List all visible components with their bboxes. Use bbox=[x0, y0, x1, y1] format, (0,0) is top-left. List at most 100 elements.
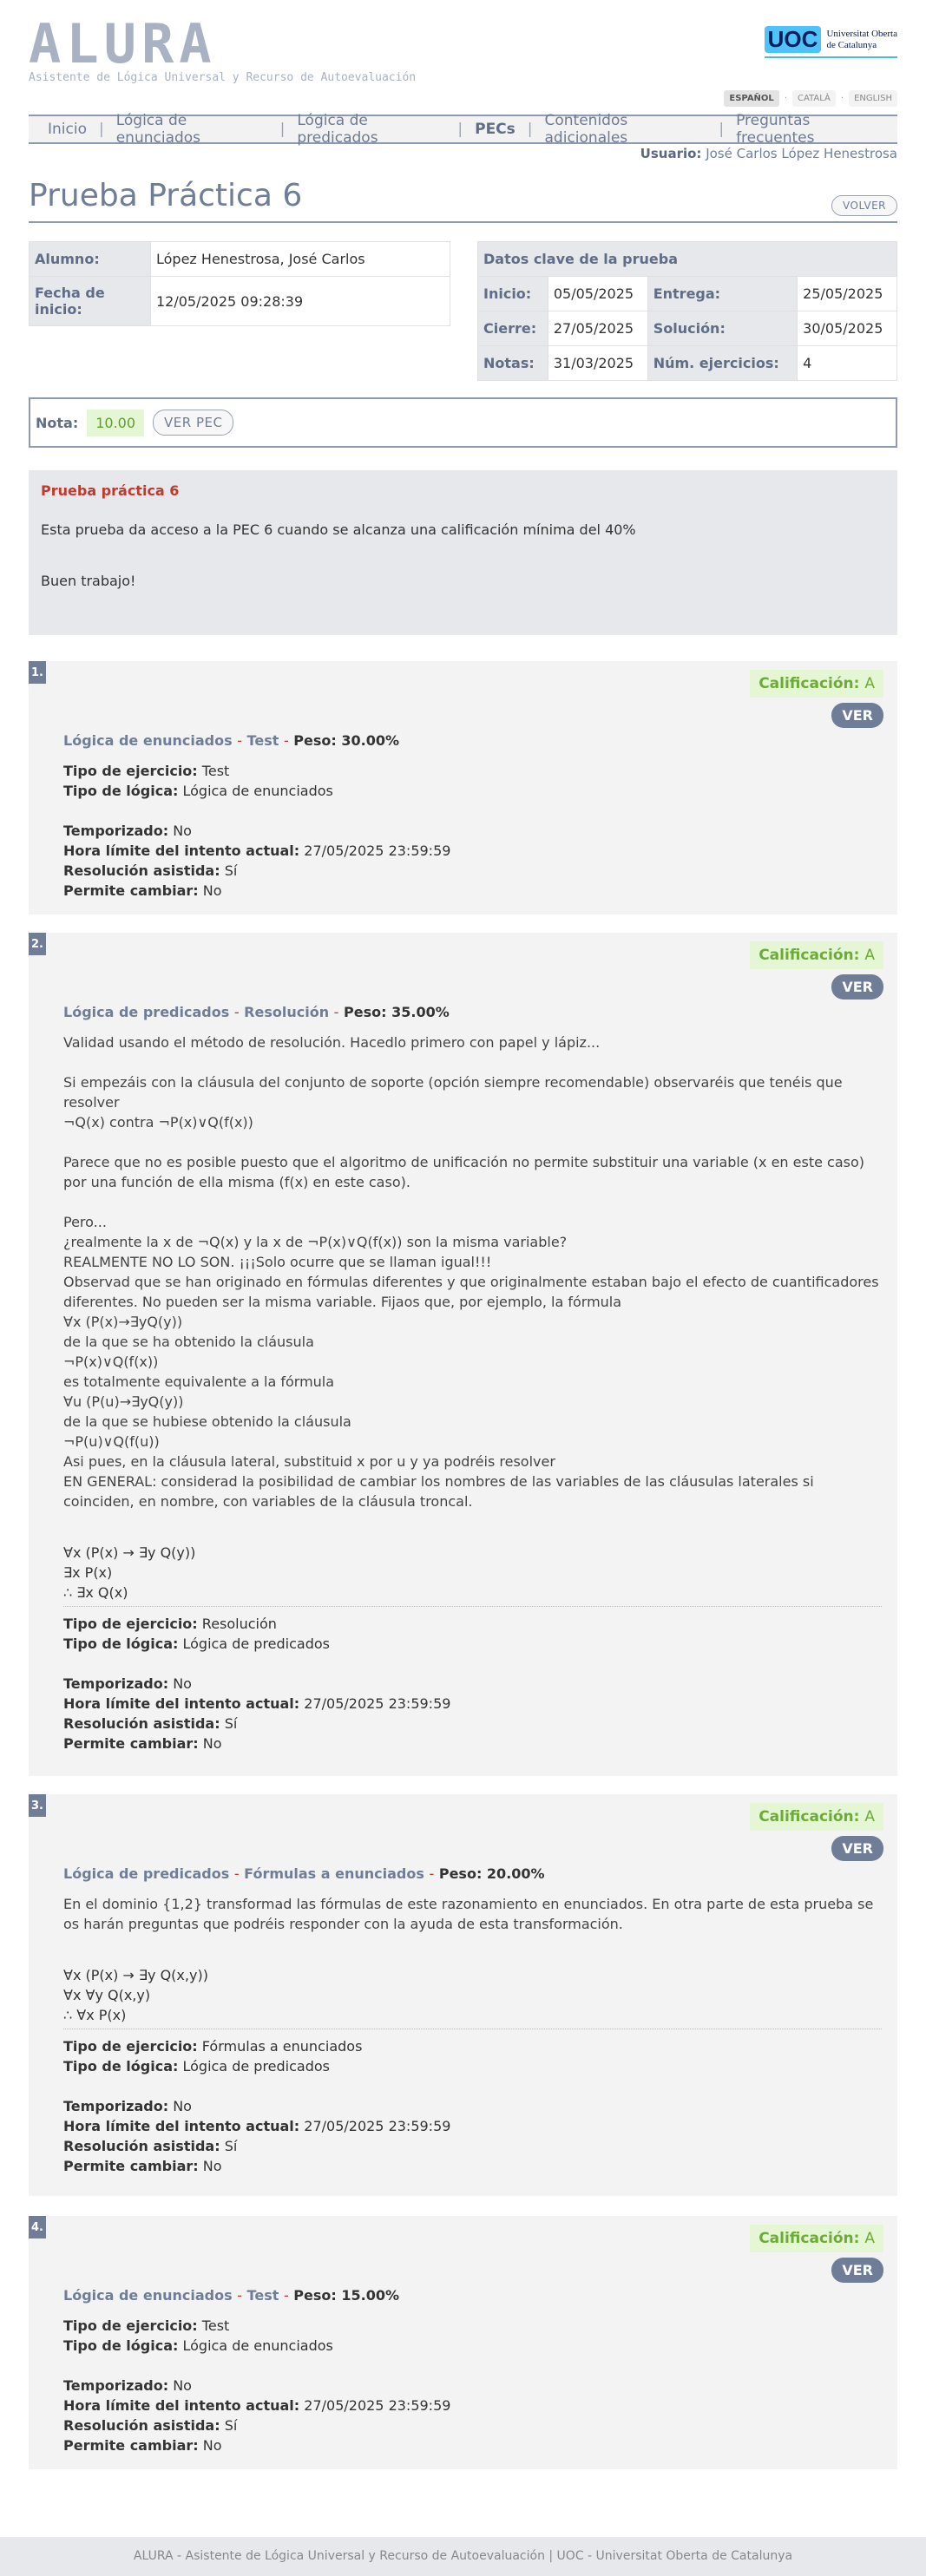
exercise-type: Test bbox=[246, 2287, 279, 2304]
lang-catala[interactable]: CATALÀ bbox=[792, 90, 836, 107]
formula: ∀x ∀y Q(x,y) bbox=[63, 1987, 151, 2003]
header: ALURA Asistente de Lógica Universal y Re… bbox=[0, 0, 926, 87]
desc-line: ¬P(u)∨Q(f(u)) bbox=[63, 1433, 160, 1450]
exercise-weight: 30.00% bbox=[341, 732, 400, 749]
exercise-meta: Tipo de ejercicio: Fórmulas a enunciados… bbox=[63, 2036, 882, 2176]
lang-espanol[interactable]: ESPAÑOL bbox=[724, 90, 779, 107]
desc-line: ∀x (P(x)→∃yQ(y)) bbox=[63, 1314, 183, 1330]
alumno-value: López Henestrosa, José Carlos bbox=[150, 241, 450, 277]
meta-label: Tipo de ejercicio: bbox=[63, 1616, 198, 1632]
nav-logica-predicados[interactable]: Lógica de predicados bbox=[285, 112, 457, 147]
notas-value: 31/03/2025 bbox=[547, 345, 648, 381]
meta-row: Tipo de ejercicio: Test bbox=[63, 761, 883, 781]
meta-row: Tipo de lógica: Lógica de enunciados bbox=[63, 2336, 883, 2356]
desc-line: Observad que se han originado en fórmula… bbox=[63, 1274, 879, 1310]
user-name[interactable]: José Carlos López Henestrosa bbox=[706, 146, 897, 161]
meta-value: Lógica de predicados bbox=[182, 2058, 330, 2075]
view-exercise-button[interactable]: VER bbox=[831, 974, 883, 1000]
heading-separator: - bbox=[233, 1004, 240, 1020]
heading-separator: - bbox=[283, 2287, 289, 2304]
exercise-logic: Lógica de predicados bbox=[63, 1004, 230, 1020]
exercise-weight-label: Peso: bbox=[438, 1865, 483, 1882]
meta-row: Resolución asistida: Sí bbox=[63, 1714, 882, 1734]
uoc-logo[interactable]: UOC Universitat Oberta de Catalunya bbox=[764, 26, 897, 58]
desc-line: de la que se hubiese obtenido la cláusul… bbox=[63, 1413, 351, 1430]
num-ejercicios-label: Núm. ejercicios: bbox=[647, 345, 798, 381]
footer: ALURA - Asistente de Lógica Universal y … bbox=[0, 2537, 926, 2576]
inicio-value: 05/05/2025 bbox=[547, 276, 648, 311]
view-pec-button[interactable]: VER PEC bbox=[153, 410, 234, 436]
meta-row: Permite cambiar: No bbox=[63, 2156, 882, 2176]
exercise-number: 4. bbox=[29, 2216, 46, 2238]
formula: ∃x P(x) bbox=[63, 1564, 113, 1581]
meta-row: Temporizado: No bbox=[63, 2376, 883, 2396]
exercise-weight-label: Peso: bbox=[293, 732, 337, 749]
user-info: Usuario: José Carlos López Henestrosa bbox=[640, 146, 897, 161]
entrega-value: 25/05/2025 bbox=[797, 276, 897, 311]
fecha-inicio-value: 12/05/2025 09:28:39 bbox=[150, 276, 450, 326]
view-exercise-button[interactable]: VER bbox=[831, 1836, 883, 1861]
formula: ∀x (P(x) → ∃y Q(x,y)) bbox=[63, 1967, 208, 1983]
heading-separator: - bbox=[237, 2287, 242, 2304]
desc-line: ¬P(x)∨Q(f(x)) bbox=[63, 1354, 159, 1370]
nav-inicio[interactable]: Inicio bbox=[36, 121, 99, 138]
meta-label: Tipo de lógica: bbox=[63, 2337, 179, 2354]
nav-pecs[interactable]: PECs bbox=[463, 121, 528, 138]
exercise-weight: 35.00% bbox=[391, 1004, 450, 1020]
alura-logo[interactable]: ALURA Asistente de Lógica Universal y Re… bbox=[29, 17, 416, 85]
exercise-logic: Lógica de predicados bbox=[63, 1865, 230, 1882]
exercise-heading: Lógica de predicados - Resolución - Peso… bbox=[63, 1002, 882, 1022]
meta-label: Tipo de ejercicio: bbox=[63, 2317, 198, 2334]
view-exercise-button[interactable]: VER bbox=[831, 703, 883, 728]
meta-row: Temporizado: No bbox=[63, 821, 883, 841]
solucion-label: Solución: bbox=[647, 311, 798, 346]
meta-row: Resolución asistida: Sí bbox=[63, 2136, 882, 2156]
grade-badge-label: Calificación: bbox=[759, 1808, 860, 1825]
formula-list: ∀x (P(x) → ∃y Q(y)) ∃x P(x) ∴ ∃x Q(x) bbox=[63, 1543, 882, 1607]
nav-logica-enunciados[interactable]: Lógica de enunciados bbox=[104, 112, 280, 147]
exercise-card: 2. Calificación: A VER Lógica de predica… bbox=[29, 933, 897, 1776]
nav-preguntas-frecuentes[interactable]: Preguntas frecuentes bbox=[724, 112, 897, 147]
meta-row: Resolución asistida: Sí bbox=[63, 2415, 883, 2435]
user-label: Usuario: bbox=[640, 146, 702, 161]
intro-panel: Prueba práctica 6 Esta prueba da acceso … bbox=[29, 470, 897, 635]
formula: ∀x (P(x) → ∃y Q(y)) bbox=[63, 1544, 196, 1561]
desc-line: Asi pues, en la cláusula lateral, substi… bbox=[63, 1453, 555, 1470]
meta-row: Tipo de ejercicio: Test bbox=[63, 2316, 883, 2336]
meta-label: Permite cambiar: bbox=[63, 2158, 199, 2174]
uoc-name: Universitat Oberta de Catalunya bbox=[826, 29, 897, 51]
grade-badge: Calificación: A bbox=[750, 670, 883, 698]
meta-row: Tipo de lógica: Lógica de enunciados bbox=[63, 781, 883, 801]
meta-value: No bbox=[173, 2377, 192, 2394]
view-exercise-button[interactable]: VER bbox=[831, 2258, 883, 2283]
formula: ∴ ∃x Q(x) bbox=[63, 1584, 128, 1601]
grade-letter: A bbox=[864, 675, 875, 692]
exercise-meta: Tipo de ejercicio: Test Tipo de lógica: … bbox=[63, 2316, 883, 2455]
language-selector: ESPAÑOL · CATALÀ · ENGLISH bbox=[724, 90, 897, 107]
meta-label: Resolución asistida: bbox=[63, 2138, 220, 2154]
table-row: Alumno: López Henestrosa, José Carlos bbox=[29, 241, 450, 277]
meta-value: Resolución bbox=[201, 1616, 277, 1632]
meta-label: Resolución asistida: bbox=[63, 1715, 220, 1732]
notas-label: Notas: bbox=[477, 345, 548, 381]
num-ejercicios-value: 4 bbox=[797, 345, 897, 381]
exercise-number: 1. bbox=[29, 661, 46, 684]
back-button[interactable]: VOLVER bbox=[831, 195, 897, 216]
lang-english[interactable]: ENGLISH bbox=[849, 90, 897, 107]
grade-badge-label: Calificación: bbox=[759, 675, 860, 692]
exercise-body: Lógica de predicados - Fórmulas a enunci… bbox=[29, 1794, 897, 2176]
cierre-value: 27/05/2025 bbox=[547, 311, 648, 346]
intro-closing: Buen trabajo! bbox=[41, 573, 136, 589]
desc-line: REALMENTE NO LO SON. ¡¡¡Solo ocurre que … bbox=[63, 1254, 492, 1270]
meta-value: Sí bbox=[224, 2417, 238, 2434]
exercise-card: 1. Calificación: A VER Lógica de enuncia… bbox=[29, 661, 897, 914]
table-row: Fecha de inicio: 12/05/2025 09:28:39 bbox=[29, 276, 450, 326]
exercise-card: 3. Calificación: A VER Lógica de predica… bbox=[29, 1794, 897, 2196]
meta-value: 27/05/2025 23:59:59 bbox=[304, 2118, 451, 2134]
nav-contenidos-adicionales[interactable]: Contenidos adicionales bbox=[533, 112, 719, 147]
exercise-type: Fórmulas a enunciados bbox=[244, 1865, 424, 1882]
meta-value: Lógica de enunciados bbox=[182, 2337, 333, 2354]
table-row: Cierre: 27/05/2025 Solución: 30/05/2025 bbox=[477, 311, 897, 346]
